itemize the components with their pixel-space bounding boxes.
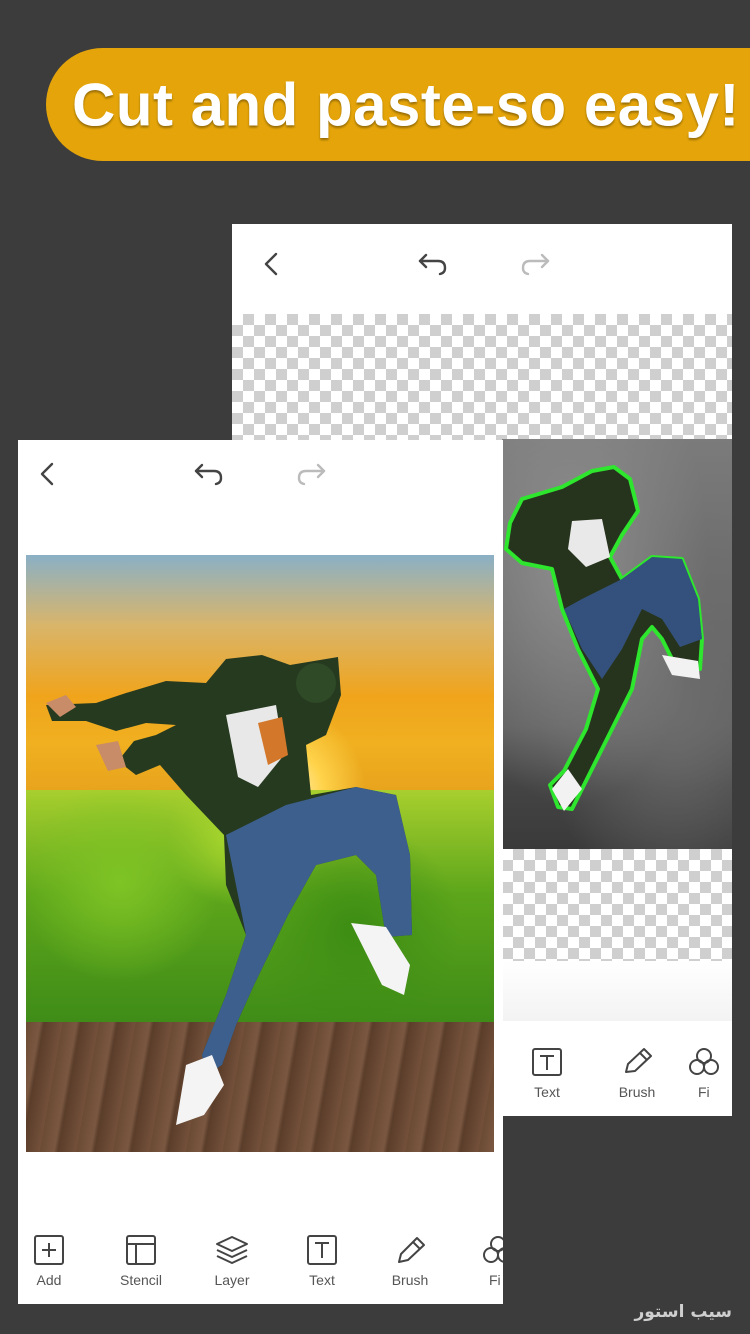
back-screen-topbar bbox=[232, 224, 732, 304]
filter-icon bbox=[483, 1236, 503, 1263]
tool-label: Fi bbox=[698, 1084, 710, 1100]
front-screen-topbar bbox=[18, 440, 503, 520]
tool-label: Text bbox=[309, 1272, 335, 1288]
tool-label: Brush bbox=[618, 1084, 656, 1100]
filter-icon bbox=[689, 1048, 719, 1075]
tool-brush[interactable]: Brush bbox=[365, 1234, 455, 1288]
tool-label: Brush bbox=[391, 1272, 429, 1288]
toolbar-divider bbox=[502, 961, 732, 1021]
brush-icon bbox=[398, 1237, 425, 1263]
undo-icon[interactable] bbox=[190, 456, 226, 492]
text-icon bbox=[532, 1048, 562, 1076]
tool-add[interactable]: Add bbox=[18, 1234, 94, 1288]
source-photo bbox=[502, 439, 732, 849]
tool-filter[interactable]: Fi bbox=[682, 1046, 732, 1100]
tool-layer[interactable]: Layer bbox=[187, 1234, 277, 1288]
tool-stencil[interactable]: Stencil bbox=[96, 1234, 186, 1288]
tool-text[interactable]: Text bbox=[277, 1234, 367, 1288]
store-watermark: سیب استور bbox=[634, 1302, 732, 1322]
undo-icon[interactable] bbox=[414, 246, 450, 282]
text-icon bbox=[307, 1235, 337, 1265]
tool-label: Stencil bbox=[119, 1272, 163, 1288]
tool-label: Text bbox=[534, 1084, 560, 1100]
composite-canvas[interactable] bbox=[26, 555, 494, 1152]
pasted-dancer[interactable] bbox=[26, 555, 494, 1152]
back-screen-toolbar: Text Brush Fi bbox=[502, 1046, 732, 1116]
back-arrow-icon[interactable] bbox=[30, 456, 66, 492]
promo-banner: Cut and paste-so easy! bbox=[46, 48, 750, 161]
brush-icon bbox=[625, 1048, 652, 1073]
banner-title: Cut and paste-so easy! bbox=[72, 71, 740, 138]
tool-label: Layer bbox=[214, 1272, 250, 1288]
redo-icon[interactable] bbox=[518, 246, 554, 282]
tool-text[interactable]: Text bbox=[502, 1046, 592, 1100]
selected-dancer-outline[interactable] bbox=[502, 439, 732, 849]
add-icon bbox=[34, 1235, 64, 1265]
layer-icon bbox=[216, 1236, 248, 1264]
tool-filter[interactable]: Fi bbox=[455, 1234, 503, 1288]
stencil-icon bbox=[126, 1235, 156, 1265]
tool-label: Add bbox=[36, 1272, 62, 1288]
transparent-canvas-lower bbox=[502, 849, 732, 961]
back-arrow-icon[interactable] bbox=[254, 246, 290, 282]
tool-label: Fi bbox=[489, 1272, 501, 1288]
front-screen: Add Stencil Layer Text Brush Fi bbox=[18, 440, 503, 1304]
tool-brush[interactable]: Brush bbox=[592, 1046, 682, 1100]
redo-icon[interactable] bbox=[294, 456, 330, 492]
front-screen-toolbar: Add Stencil Layer Text Brush Fi bbox=[18, 1234, 503, 1304]
